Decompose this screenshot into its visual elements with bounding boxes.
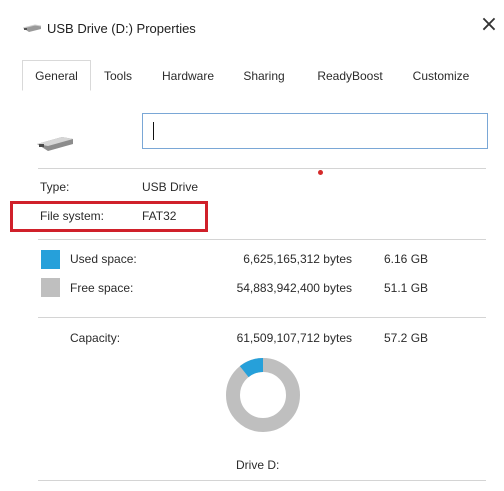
- properties-window: USB Drive (D:) Properties × General Tool…: [0, 0, 504, 491]
- separator-bottom: [38, 480, 486, 481]
- used-space-label: Used space:: [70, 252, 137, 266]
- title-bar: USB Drive (D:) Properties ×: [0, 0, 504, 52]
- tab-strip: General Tools Hardware Sharing ReadyBoos…: [0, 60, 504, 93]
- donut-used-arc: [239, 358, 264, 378]
- drive-caption: Drive D:: [236, 458, 280, 472]
- type-label: Type:: [40, 180, 70, 194]
- tab-hardware[interactable]: Hardware: [152, 62, 224, 90]
- donut-free-ring: [226, 358, 300, 432]
- file-system-highlight: [10, 201, 208, 232]
- capacity-label: Capacity:: [70, 331, 121, 345]
- separator-top: [38, 168, 486, 169]
- free-space-swatch: [41, 278, 60, 297]
- tab-customize[interactable]: Customize: [402, 62, 480, 90]
- used-space-swatch: [41, 250, 60, 269]
- separator-middle: [38, 239, 486, 240]
- usb-drive-icon: [22, 24, 42, 32]
- drive-name-input[interactable]: [142, 113, 488, 149]
- free-space-bytes: 54,883,942,400 bytes: [236, 281, 352, 295]
- used-space-bytes: 6,625,165,312 bytes: [243, 252, 352, 266]
- text-caret: [153, 122, 154, 140]
- used-space-size: 6.16 GB: [384, 252, 429, 266]
- usb-drive-large-icon: [37, 137, 73, 151]
- free-space-size: 51.1 GB: [384, 281, 429, 295]
- capacity-donut-chart: [226, 358, 300, 432]
- separator-capacity: [38, 317, 486, 318]
- window-title: USB Drive (D:) Properties: [47, 21, 196, 36]
- tab-readyboost[interactable]: ReadyBoost: [304, 62, 396, 90]
- free-space-label: Free space:: [70, 281, 134, 295]
- type-value: USB Drive: [142, 180, 199, 194]
- tab-general[interactable]: General: [22, 60, 91, 91]
- capacity-size: 57.2 GB: [384, 331, 429, 345]
- red-marker-dot: [318, 170, 323, 175]
- close-button[interactable]: ×: [478, 14, 500, 36]
- tab-sharing[interactable]: Sharing: [232, 62, 296, 90]
- tab-tools[interactable]: Tools: [94, 62, 142, 90]
- capacity-bytes: 61,509,107,712 bytes: [236, 331, 352, 345]
